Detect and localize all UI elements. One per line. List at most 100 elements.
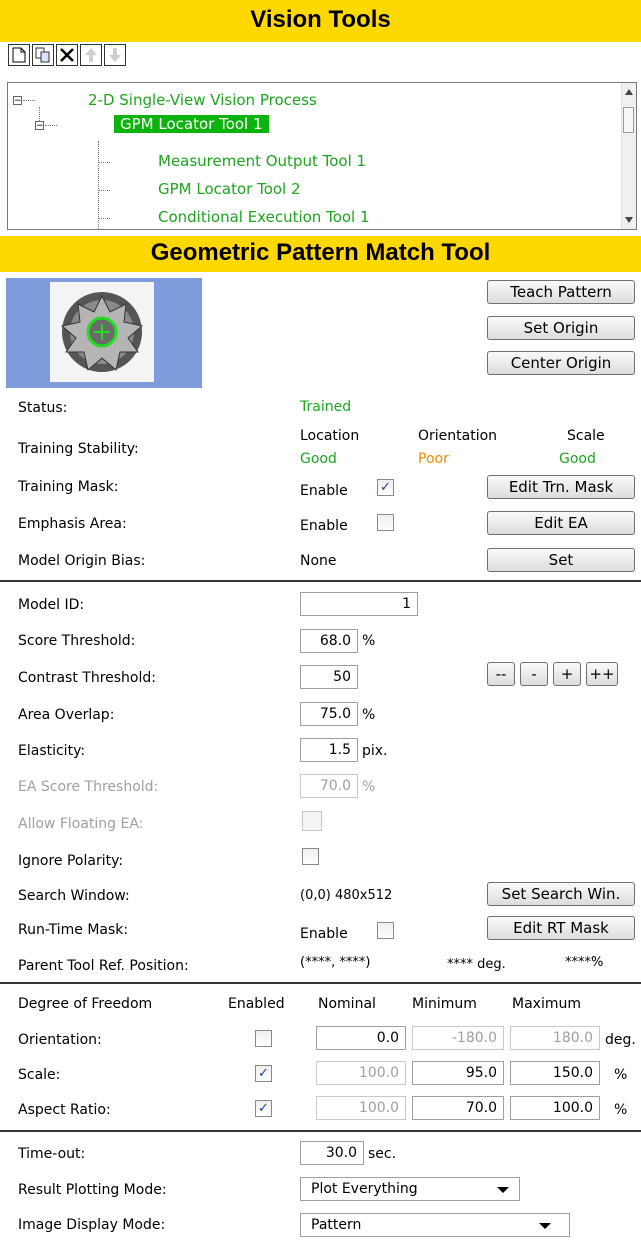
result-plotting-mode-select[interactable]: Plot Everything [300, 1177, 520, 1201]
dof-scale-nominal[interactable]: 100.0 [316, 1061, 406, 1085]
status-label: Status: [18, 400, 68, 416]
run-time-mask-checkbox[interactable] [377, 922, 394, 939]
tree-item-measurement-output[interactable]: Measurement Output Tool 1 [158, 152, 366, 170]
image-display-mode-label: Image Display Mode: [18, 1217, 166, 1233]
collapse-icon[interactable]: − [35, 121, 44, 131]
ignore-polarity-checkbox[interactable] [302, 848, 319, 865]
section-divider [0, 580, 641, 582]
dof-orientation-nominal[interactable]: 0.0 [316, 1026, 406, 1050]
tree-item-gpm-locator-1[interactable]: GPM Locator Tool 1 [114, 115, 269, 133]
dof-aspect-ratio-nominal[interactable]: 100.0 [316, 1096, 406, 1120]
tree-item-process[interactable]: 2-D Single-View Vision Process [88, 91, 317, 109]
tree-connector [98, 190, 110, 191]
orientation-stability: Poor [418, 451, 449, 467]
parent-ref-position-label: Parent Tool Ref. Position: [18, 958, 189, 974]
tree-connector [98, 218, 110, 219]
new-icon[interactable] [8, 44, 30, 66]
dof-scale-maximum[interactable]: 150.0 [510, 1061, 600, 1085]
tree-item-gpm-locator-2[interactable]: GPM Locator Tool 2 [158, 180, 301, 198]
parent-ref-position-value: (****, ****) [300, 955, 371, 970]
dof-scale-minimum[interactable]: 95.0 [412, 1061, 504, 1085]
dof-header-enabled: Enabled [228, 996, 285, 1012]
status-value: Trained [300, 399, 352, 415]
dof-scale-label: Scale: [18, 1067, 61, 1083]
tree-item-conditional-execution[interactable]: Conditional Execution Tool 1 [158, 208, 370, 226]
contrast-threshold-field[interactable]: 50 [300, 665, 358, 689]
timeout-field[interactable]: 30.0 [300, 1141, 364, 1165]
dof-aspect-ratio-unit: % [614, 1102, 628, 1118]
score-threshold-field[interactable]: 68.0 [300, 629, 358, 653]
dof-scale-checkbox[interactable]: ✓ [255, 1065, 272, 1082]
location-stability: Good [300, 451, 337, 467]
image-display-mode-value: Pattern [311, 1217, 362, 1233]
dof-orientation-minimum[interactable]: -180.0 [412, 1026, 504, 1050]
elasticity-unit: pix. [362, 743, 388, 759]
dof-aspect-ratio-maximum[interactable]: 100.0 [510, 1096, 600, 1120]
scroll-up-icon[interactable] [625, 89, 633, 95]
edit-ea-button[interactable]: Edit EA [487, 511, 635, 535]
elasticity-label: Elasticity: [18, 743, 86, 759]
dof-scale-unit: % [614, 1067, 628, 1083]
copy-icon[interactable] [32, 44, 54, 66]
result-plotting-mode-value: Plot Everything [311, 1181, 418, 1197]
tree-scrollbar[interactable] [621, 83, 636, 229]
emphasis-area-checkbox[interactable] [377, 514, 394, 531]
vision-tools-header: Vision Tools [0, 0, 641, 42]
tree-connector [39, 107, 40, 121]
chevron-down-icon [539, 1223, 551, 1229]
training-mask-label: Training Mask: [18, 479, 119, 495]
ea-score-threshold-label: EA Score Threshold: [18, 779, 159, 795]
orientation-header: Orientation [418, 428, 498, 444]
emphasis-area-enable-label: Enable [300, 518, 348, 534]
model-origin-bias-value: None [300, 553, 337, 569]
dof-orientation-checkbox[interactable] [255, 1030, 272, 1047]
chevron-down-icon [497, 1187, 509, 1193]
location-header: Location [300, 428, 360, 444]
area-overlap-field[interactable]: 75.0 [300, 702, 358, 726]
center-origin-button[interactable]: Center Origin [487, 351, 635, 375]
training-mask-checkbox[interactable]: ✓ [377, 479, 394, 496]
teach-pattern-button[interactable]: Teach Pattern [487, 280, 635, 304]
scale-stability: Good [559, 451, 596, 467]
model-id-field[interactable]: 1 [300, 592, 418, 616]
image-display-mode-select[interactable]: Pattern [300, 1213, 570, 1237]
ignore-polarity-label: Ignore Polarity: [18, 853, 124, 869]
vision-process-tree[interactable]: − 2-D Single-View Vision Process − GPM L… [7, 82, 637, 230]
contrast-decrease-large-button[interactable]: -- [487, 662, 515, 686]
contrast-increase-button[interactable]: + [553, 662, 581, 686]
scroll-thumb[interactable] [623, 107, 634, 133]
emphasis-area-label: Emphasis Area: [18, 516, 127, 532]
set-search-window-button[interactable]: Set Search Win. [487, 882, 635, 906]
delete-icon[interactable] [56, 44, 78, 66]
set-origin-button[interactable]: Set Origin [487, 316, 635, 340]
edit-trn-mask-button[interactable]: Edit Trn. Mask [487, 475, 635, 499]
contrast-increase-large-button[interactable]: ++ [586, 662, 618, 686]
area-overlap-unit: % [362, 707, 376, 723]
dof-header-maximum: Maximum [512, 996, 581, 1012]
move-up-icon[interactable] [80, 44, 102, 66]
timeout-label: Time-out: [18, 1146, 86, 1162]
dof-aspect-ratio-label: Aspect Ratio: [18, 1102, 111, 1118]
set-origin-bias-button[interactable]: Set [487, 548, 635, 572]
move-down-icon[interactable] [104, 44, 126, 66]
allow-floating-ea-label: Allow Floating EA: [18, 816, 144, 832]
dof-header-minimum: Minimum [412, 996, 477, 1012]
scale-header: Scale [567, 428, 605, 444]
area-overlap-label: Area Overlap: [18, 707, 115, 723]
ea-score-threshold-field[interactable]: 70.0 [300, 774, 358, 798]
allow-floating-ea-checkbox[interactable] [302, 811, 322, 831]
ea-score-threshold-unit: % [362, 779, 376, 795]
collapse-icon[interactable]: − [13, 96, 22, 106]
scroll-down-icon[interactable] [625, 217, 633, 223]
parent-ref-scale-value: ****% [565, 955, 604, 970]
contrast-decrease-button[interactable]: - [520, 662, 548, 686]
dof-aspect-ratio-checkbox[interactable]: ✓ [255, 1100, 272, 1117]
model-id-label: Model ID: [18, 597, 85, 613]
search-window-value: (0,0) 480x512 [300, 888, 393, 903]
dof-header-nominal: Nominal [318, 996, 376, 1012]
dof-orientation-maximum[interactable]: 180.0 [510, 1026, 600, 1050]
dof-aspect-ratio-minimum[interactable]: 70.0 [412, 1096, 504, 1120]
tree-connector [45, 125, 57, 126]
edit-rt-mask-button[interactable]: Edit RT Mask [487, 916, 635, 940]
elasticity-field[interactable]: 1.5 [300, 738, 358, 762]
